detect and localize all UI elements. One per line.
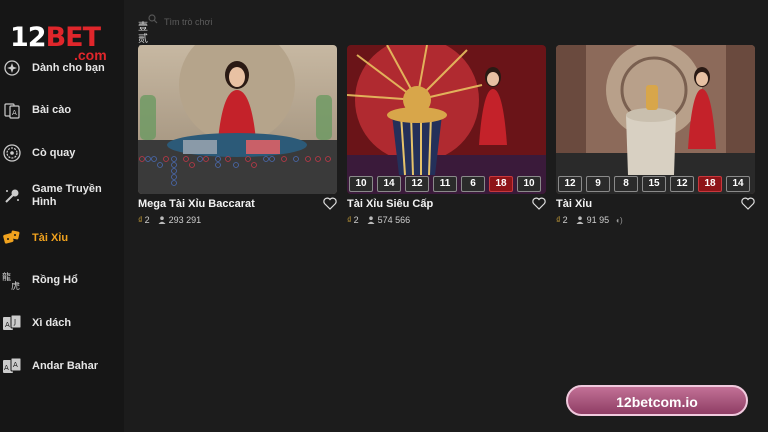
min-bet: 2 (144, 215, 150, 225)
result-chip: 12 (405, 176, 429, 192)
game-meta: ₫ 2 293 291 (138, 215, 201, 225)
game-card-tai-xiu[interactable]: 12 9 8 15 12 18 14 Tài Xỉu ₫ 2 91 95 ◖) (556, 45, 755, 225)
heart-icon[interactable] (741, 197, 755, 210)
sidebar-item-label: Andar Bahar (32, 359, 99, 372)
game-grid: Mega Tài Xỉu Baccarat ₫ 2 293 291 10 14 … (124, 0, 768, 432)
game-card-mega-tai-xiu-baccarat[interactable]: Mega Tài Xỉu Baccarat ₫ 2 293 291 (138, 45, 337, 225)
svg-text:虎: 虎 (11, 280, 20, 290)
result-chip: 14 (377, 176, 401, 192)
min-bet: 2 (562, 215, 568, 225)
sidebar-item-for-you[interactable]: Dành cho bạn (0, 50, 124, 86)
sidebar-item-tv-games[interactable]: Game Truyền Hình (0, 178, 124, 214)
sound-icon[interactable]: ◖) (615, 216, 623, 225)
result-chip: 18 (489, 176, 513, 192)
sidebar-item-label: Rồng Hổ (32, 273, 78, 286)
game-meta: ₫ 2 574 566 (347, 215, 410, 225)
svg-text:A: A (13, 361, 18, 369)
game-title: Tài Xỉu Siêu Cấp (347, 198, 434, 210)
result-chip: 12 (670, 176, 694, 192)
dice-icon (2, 228, 22, 248)
game-title: Mega Tài Xỉu Baccarat (138, 198, 255, 210)
coin-icon: ₫ (556, 215, 561, 225)
player-count: 293 291 (168, 215, 202, 225)
game-thumbnail[interactable]: 12 9 8 15 12 18 14 (556, 45, 755, 194)
results-strip: 12 9 8 15 12 18 14 (558, 176, 750, 192)
heart-icon[interactable] (532, 197, 546, 210)
cards-icon: A (2, 100, 22, 120)
game-card-tai-xiu-sieu-cap[interactable]: 10 14 12 11 6 18 10 Tài Xỉu Siêu Cấp ₫ 2 574 5… (347, 45, 546, 225)
result-chip: 14 (726, 176, 750, 192)
game-title: Tài Xỉu (556, 198, 593, 210)
sidebar-item-tai-xiu[interactable]: Tài Xỉu (0, 220, 124, 256)
result-chip: 15 (642, 176, 666, 192)
roulette-wheel-icon (2, 143, 22, 163)
game-thumbnail[interactable] (138, 45, 337, 194)
coin-icon: ₫ (347, 215, 352, 225)
player-count: 91 95 (586, 215, 610, 225)
person-icon (576, 216, 584, 224)
sidebar-item-label: Tài Xỉu (32, 231, 69, 244)
playing-cards-icon: AA (2, 356, 22, 376)
promo-link-button[interactable]: 12betcom.io (566, 385, 748, 416)
results-strip: 10 14 12 11 6 18 10 (349, 176, 541, 192)
sidebar-item-label: Bài cào (32, 103, 72, 116)
sidebar-item-blackjack[interactable]: AJ Xì dách (0, 305, 124, 341)
sidebar-item-label: Dành cho bạn (32, 61, 105, 74)
player-count: 574 566 (377, 215, 411, 225)
min-bet: 2 (353, 215, 359, 225)
sidebar: 12BET .com 壹贰博 Dành cho bạn A Bài cào Cò… (0, 0, 148, 432)
sidebar-item-dragon-tiger[interactable]: 龍虎 Rồng Hổ (0, 262, 124, 298)
result-chip: 10 (349, 176, 373, 192)
result-chip: 9 (586, 176, 610, 192)
svg-text:龍: 龍 (2, 271, 11, 283)
result-chip: 12 (558, 176, 582, 192)
blackjack-cards-icon: AJ (2, 313, 22, 333)
sidebar-item-label: Xì dách (32, 316, 72, 329)
svg-text:A: A (4, 364, 9, 372)
sidebar-item-bai-cao[interactable]: A Bài cào (0, 92, 124, 128)
star-spark-icon (2, 58, 22, 78)
dragon-tiger-icon: 龍虎 (2, 270, 22, 290)
person-icon (367, 216, 375, 224)
result-chip: 18 (698, 176, 722, 192)
result-chip: 8 (614, 176, 638, 192)
heart-icon[interactable] (323, 197, 337, 210)
sidebar-item-andar-bahar[interactable]: AA Andar Bahar (0, 348, 124, 384)
result-chip: 6 (461, 176, 485, 192)
game-thumbnail[interactable]: 10 14 12 11 6 18 10 (347, 45, 546, 194)
game-meta: ₫ 2 91 95 ◖) (556, 215, 623, 225)
svg-text:A: A (5, 321, 10, 329)
microphone-icon (2, 186, 22, 206)
result-chip: 10 (517, 176, 541, 192)
result-chip: 11 (433, 176, 457, 192)
svg-text:J: J (13, 318, 16, 326)
coin-icon: ₫ (138, 215, 143, 225)
person-icon (158, 216, 166, 224)
sidebar-item-label: Game Truyền Hình (32, 183, 102, 208)
svg-text:A: A (12, 109, 17, 117)
sidebar-item-label: Cò quay (32, 146, 76, 159)
sidebar-item-roulette[interactable]: Cò quay (0, 135, 124, 171)
